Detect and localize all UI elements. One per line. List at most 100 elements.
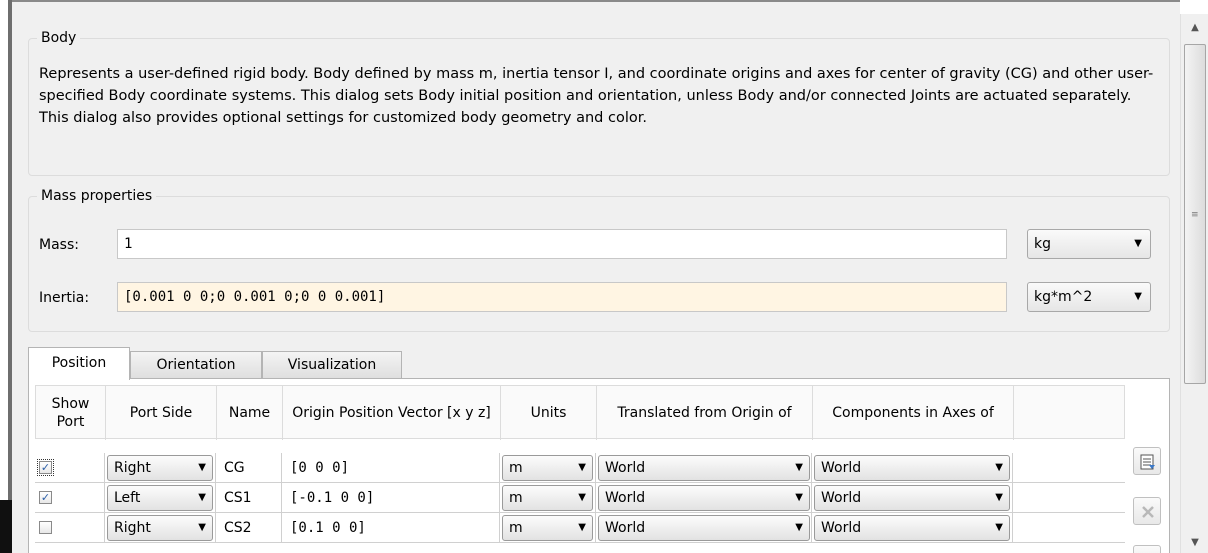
origin-value: [0.1 0 0] — [290, 520, 366, 536]
show-port-checkbox[interactable] — [39, 521, 52, 534]
position-tab-panel: Show Port Port Side Name Origin Position… — [28, 378, 1170, 553]
chevron-down-icon: ▼ — [578, 462, 586, 473]
show-port-cell: ✓ — [35, 483, 105, 513]
origin-cell[interactable]: [-0.1 0 0] — [282, 483, 500, 513]
chevron-down-icon: ▼ — [1134, 238, 1142, 249]
port-side-value: Right — [114, 520, 151, 536]
origin-value: [0 0 0] — [290, 460, 350, 476]
add-row-button[interactable] — [1133, 447, 1161, 475]
mass-input[interactable]: 1 — [117, 229, 1007, 259]
body-group: Body Represents a user-defined rigid bod… — [28, 29, 1170, 176]
port-side-value: Left — [114, 490, 141, 506]
units-cell: m ▼ — [500, 453, 596, 483]
name-cell[interactable]: CS1 — [216, 483, 282, 513]
header-show-port[interactable]: Show Port — [36, 386, 106, 440]
delete-row-button[interactable] — [1133, 497, 1161, 525]
scrollbar-grip-icon: ≡ — [1191, 210, 1199, 220]
translated-select[interactable]: World ▼ — [598, 515, 810, 541]
mass-label: Mass: — [39, 237, 79, 253]
port-side-value: Right — [114, 460, 151, 476]
components-value: World — [821, 520, 862, 536]
tab-position[interactable]: Position — [28, 347, 130, 380]
mass-properties-group: Mass properties Mass: 1 kg ▼ Inertia: [0… — [28, 187, 1170, 332]
components-select[interactable]: World ▼ — [814, 515, 1010, 541]
frame-name: CG — [224, 460, 245, 476]
header-name[interactable]: Name — [217, 386, 283, 440]
chevron-down-icon: ▼ — [198, 492, 206, 503]
units-cell: m ▼ — [500, 513, 596, 543]
port-side-select[interactable]: Right ▼ — [107, 455, 213, 481]
units-value: m — [509, 520, 523, 536]
port-side-select[interactable]: Left ▼ — [107, 485, 213, 511]
mass-unit-select[interactable]: kg ▼ — [1027, 229, 1151, 259]
origin-value: [-0.1 0 0] — [290, 490, 375, 506]
move-row-button[interactable] — [1133, 545, 1161, 553]
inertia-label: Inertia: — [39, 290, 90, 306]
inertia-unit-select[interactable]: kg*m^2 ▼ — [1027, 282, 1151, 312]
units-value: m — [509, 460, 523, 476]
frame-name: CS1 — [224, 490, 252, 506]
inertia-unit-value: kg*m^2 — [1034, 289, 1093, 305]
name-cell[interactable]: CS2 — [216, 513, 282, 543]
mass-unit-value: kg — [1034, 236, 1051, 252]
table-row: Right ▼ CS2 [0.1 0 0] m ▼ World ▼ World … — [35, 513, 1125, 543]
translated-value: World — [605, 520, 646, 536]
header-components-in[interactable]: Components in Axes of — [813, 386, 1014, 440]
chevron-down-icon: ▼ — [198, 462, 206, 473]
translated-value: World — [605, 490, 646, 506]
show-port-checkbox[interactable]: ✓ — [39, 491, 52, 504]
chevron-down-icon: ▼ — [995, 522, 1003, 533]
port-side-cell: Right ▼ — [105, 453, 216, 483]
body-group-title: Body — [37, 29, 81, 47]
scroll-down-arrow-icon[interactable]: ▼ — [1181, 533, 1208, 553]
show-port-cell — [35, 513, 105, 543]
show-port-checkbox[interactable]: ✓ — [37, 459, 54, 476]
scroll-up-arrow-icon[interactable]: ▲ — [1181, 18, 1208, 38]
header-units[interactable]: Units — [501, 386, 597, 440]
header-port-side[interactable]: Port Side — [106, 386, 217, 440]
vertical-scrollbar[interactable]: ▲ ≡ ▼ — [1180, 14, 1208, 553]
components-select[interactable]: World ▼ — [814, 455, 1010, 481]
chevron-down-icon: ▼ — [198, 522, 206, 533]
mass-properties-title: Mass properties — [37, 187, 157, 205]
translated-select[interactable]: World ▼ — [598, 485, 810, 511]
chevron-down-icon: ▼ — [795, 522, 803, 533]
table-row: ✓ Right ▼ CG [0 0 0] m ▼ World ▼ World ▼ — [35, 453, 1125, 483]
port-side-select[interactable]: Right ▼ — [107, 515, 213, 541]
components-select[interactable]: World ▼ — [814, 485, 1010, 511]
units-value: m — [509, 490, 523, 506]
inertia-input[interactable]: [0.001 0 0;0 0.001 0;0 0 0.001] — [117, 282, 1007, 312]
delete-row-icon — [1142, 506, 1154, 518]
name-cell[interactable]: CG — [216, 453, 282, 483]
show-port-cell: ✓ — [35, 453, 105, 483]
chevron-down-icon: ▼ — [995, 492, 1003, 503]
scrollbar-thumb[interactable]: ≡ — [1184, 44, 1206, 384]
port-side-cell: Left ▼ — [105, 483, 216, 513]
origin-cell[interactable]: [0.1 0 0] — [282, 513, 500, 543]
units-select[interactable]: m ▼ — [502, 515, 593, 541]
translated-cell: World ▼ — [596, 453, 812, 483]
units-select[interactable]: m ▼ — [502, 455, 593, 481]
body-description: Represents a user-defined rigid body. Bo… — [39, 66, 1154, 126]
components-cell: World ▼ — [812, 453, 1013, 483]
chevron-down-icon: ▼ — [795, 492, 803, 503]
chevron-down-icon: ▼ — [995, 462, 1003, 473]
chevron-down-icon: ▼ — [795, 462, 803, 473]
window-edge-dark — [0, 500, 12, 553]
header-translated-from[interactable]: Translated from Origin of — [597, 386, 813, 440]
translated-cell: World ▼ — [596, 483, 812, 513]
chevron-down-icon: ▼ — [1134, 291, 1142, 302]
units-select[interactable]: m ▼ — [502, 485, 593, 511]
tab-orientation[interactable]: Orientation — [130, 351, 262, 379]
table-row: ✓ Left ▼ CS1 [-0.1 0 0] m ▼ World ▼ Worl… — [35, 483, 1125, 513]
port-side-cell: Right ▼ — [105, 513, 216, 543]
block-parameters-dialog: Body Represents a user-defined rigid bod… — [12, 2, 1180, 553]
tab-visualization[interactable]: Visualization — [262, 351, 402, 379]
components-cell: World ▼ — [812, 483, 1013, 513]
translated-select[interactable]: World ▼ — [598, 455, 810, 481]
header-origin[interactable]: Origin Position Vector [x y z] — [283, 386, 501, 440]
left-window-edge — [0, 0, 12, 553]
origin-cell[interactable]: [0 0 0] — [282, 453, 500, 483]
table-header: Show Port Port Side Name Origin Position… — [35, 385, 1125, 440]
translated-cell: World ▼ — [596, 513, 812, 543]
